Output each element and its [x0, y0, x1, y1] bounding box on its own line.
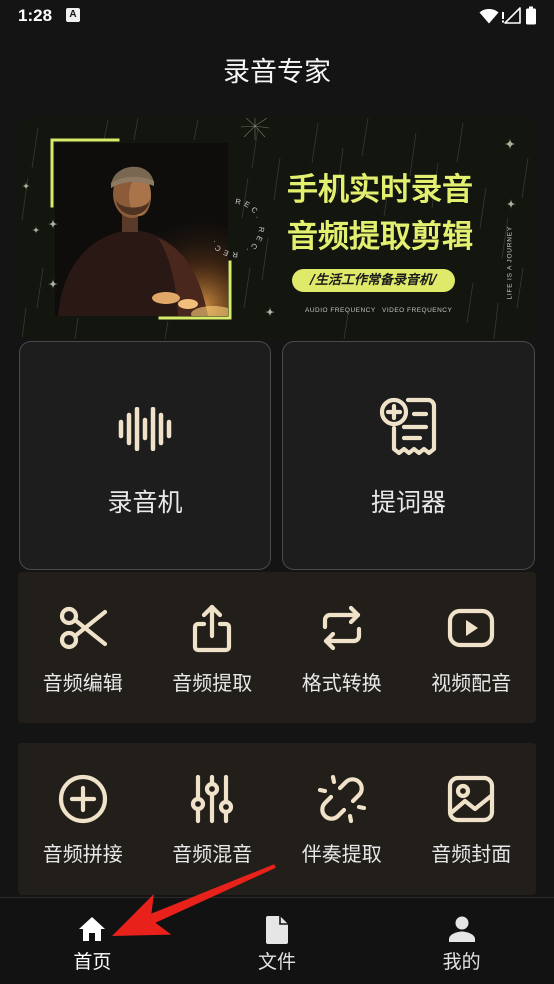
tool-label: 格式转换 [301, 671, 382, 695]
sliders-icon [191, 774, 234, 824]
play-icon [448, 608, 495, 648]
banner-tagline: /生活工作常备录音机/ [292, 269, 455, 292]
banner-caption-video: VIDEO FREQUENCY [382, 307, 453, 314]
repeat-icon [322, 605, 361, 651]
bottom-nav: 首页 文件 我的 [0, 897, 554, 984]
tool-audio-merge[interactable]: 音频拼接 [18, 743, 148, 895]
wifi-icon [479, 9, 499, 24]
tool-label: 音频混音 [172, 842, 253, 866]
person-icon [448, 916, 475, 942]
nav-files-label: 文件 [258, 951, 297, 973]
upload-icon [193, 604, 232, 653]
sparkle-icon [265, 307, 275, 317]
sparkle-icon [32, 226, 40, 234]
nav-profile-label: 我的 [442, 951, 481, 973]
sparkle-icon [504, 138, 516, 150]
tool-video-dubbing[interactable]: 视频配音 [407, 572, 537, 723]
promo-banner[interactable]: REC. REC. REC. 手机实时录音 音频提取剪辑 /生活工作常备录音机/… [18, 118, 536, 339]
banner-caption-audio: AUDIO FREQUENCY [305, 307, 376, 314]
teleprompter-icon [379, 397, 436, 456]
tool-label: 音频拼接 [42, 842, 123, 866]
tool-label: 音频封面 [431, 842, 512, 866]
broken-link-icon [317, 774, 366, 824]
tool-label: 音频编辑 [42, 671, 123, 695]
banner-headline-1: 手机实时录音 [287, 172, 473, 208]
no-signal-icon [502, 7, 521, 24]
tools-panel-2: 音频拼接 音频混音 伴奏提取 音频封面 [18, 743, 536, 895]
banner-headline-2: 音频提取剪辑 [287, 219, 473, 255]
banner-photo [55, 143, 228, 316]
teleprompter-card[interactable]: 提词器 [282, 341, 535, 570]
sparkle-icon [506, 199, 516, 209]
tool-audio-mix[interactable]: 音频混音 [148, 743, 278, 895]
tool-label: 伴奏提取 [301, 842, 382, 866]
scissors-icon [59, 606, 107, 650]
status-time: 1:28 [18, 6, 53, 25]
tool-audio-extract[interactable]: 音频提取 [148, 572, 278, 723]
tool-label: 视频配音 [431, 671, 512, 695]
tool-label: 音频提取 [172, 671, 253, 695]
home-icon [79, 917, 106, 941]
plus-circle-icon [58, 774, 107, 824]
tools-panel-1: 音频编辑 音频提取 格式转换 视频配音 [18, 572, 536, 723]
nav-files[interactable]: 文件 [185, 898, 370, 984]
tool-accompaniment-extract[interactable]: 伴奏提取 [277, 743, 407, 895]
teleprompter-label: 提词器 [370, 488, 446, 517]
battery-icon [526, 6, 536, 25]
tool-format-convert[interactable]: 格式转换 [277, 572, 407, 723]
file-icon [266, 916, 288, 944]
tool-audio-edit[interactable]: 音频编辑 [18, 572, 148, 723]
nav-profile[interactable]: 我的 [369, 898, 554, 984]
recorder-label: 录音机 [107, 488, 183, 517]
tool-audio-cover[interactable]: 音频封面 [407, 743, 537, 895]
waveform-icon [118, 407, 172, 451]
recorder-card[interactable]: 录音机 [19, 341, 271, 570]
page-title: 录音专家 [223, 57, 331, 88]
sparkle-icon [22, 182, 30, 190]
firework-burst [240, 118, 270, 140]
nav-home[interactable]: 首页 [0, 898, 185, 984]
image-icon [448, 775, 495, 823]
a-notification-icon: A [66, 8, 80, 22]
nav-home-label: 首页 [73, 951, 112, 973]
status-bar: 1:28 A [0, 0, 554, 32]
banner-side-text: LIFE IS A JOURNEY [506, 225, 514, 300]
